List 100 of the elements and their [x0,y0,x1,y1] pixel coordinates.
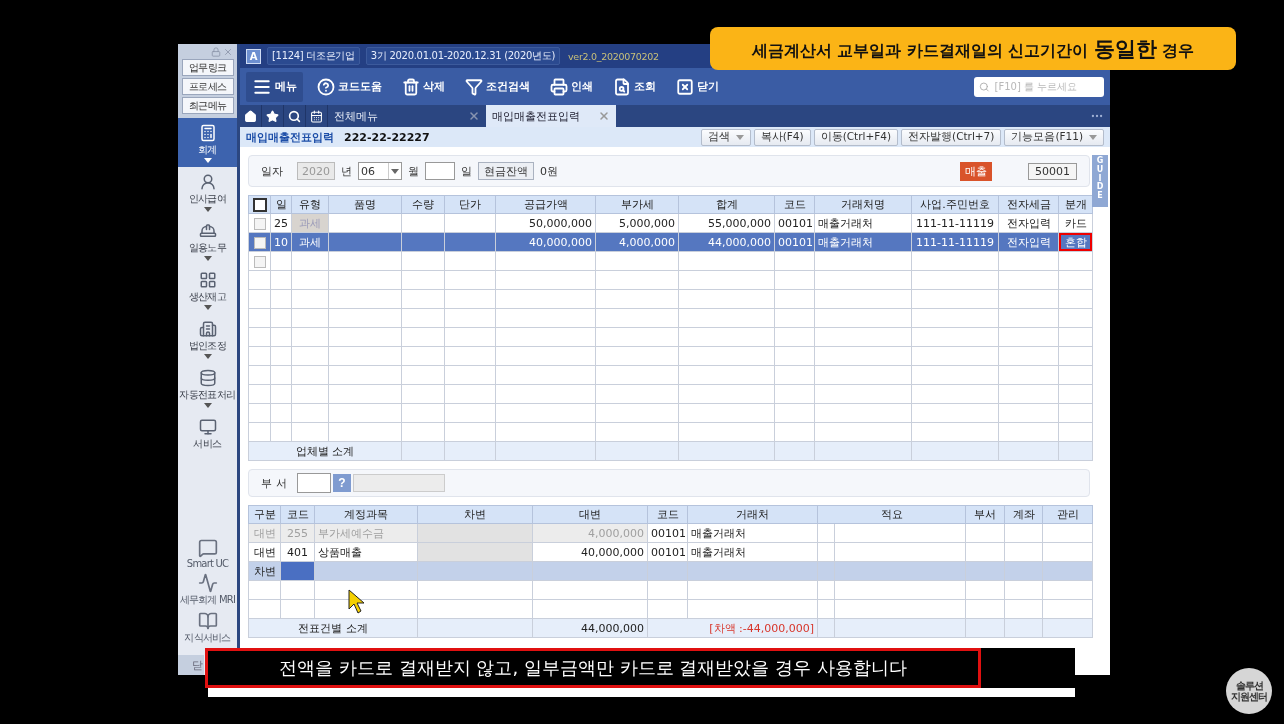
table-cell: 상품매출 [314,542,418,562]
column-header: 코드 [774,195,815,214]
table-cell: 00101 [647,523,688,543]
module-button[interactable]: 법인조정 [178,314,237,363]
screen-title: 매입매출전표입력 [246,129,334,145]
toolbar-button[interactable]: 조건검색 [459,71,536,102]
service-button[interactable]: Smart UC [178,536,237,571]
period-selector[interactable]: 3기 2020.01.01-2020.12.31 (2020년도) [365,47,561,65]
action-button[interactable]: 기능모음(F11) [1004,128,1104,146]
department-label: 부서 [261,475,291,491]
table-cell: 00101 [774,232,815,252]
table-cell: 25 [270,213,292,233]
module-button[interactable]: 자동전표처리 [178,363,237,412]
printer-icon [550,77,568,96]
close-icon[interactable] [223,47,233,57]
checkbox[interactable] [253,255,266,268]
caption-banner: 세금계산서 교부일과 카드결재일의 신고기간이 동일한 경우 [710,27,1236,70]
quick-button[interactable]: 업무링크 [181,59,234,76]
close-icon[interactable] [598,110,610,122]
close-icon[interactable] [468,110,480,122]
column-header: 구분 [248,505,281,524]
action-button[interactable]: 이동(Ctrl+F4) [813,128,899,146]
table-cell: 차변 [248,561,281,581]
version-text: ver2.0_2020070202 [568,50,659,62]
search-box[interactable]: [F10] 를 누르세요 [974,76,1104,97]
trash-icon [402,77,420,96]
subtitle-text: 전액을 카드로 결재받지 않고, 일부금액만 카드로 결재받았을 경우 사용합니다 [205,648,981,688]
toolbar-button[interactable]: 닫기 [670,71,725,102]
column-header: 합계 [678,195,775,214]
column-header: 대변 [532,505,648,524]
calendar-icon [310,109,323,123]
building-icon [198,320,217,338]
unit-label: 일 [461,163,472,179]
checkbox[interactable] [253,236,266,249]
module-button[interactable]: 서비스 [178,412,237,455]
subtotal-label: 업체별 소계 [248,441,402,461]
column-header: 부서 [965,505,1005,524]
checkbox[interactable] [252,197,267,212]
business-number: 222-22-22227 [344,130,430,144]
column-header: 거래처 [687,505,818,524]
module-button[interactable]: 인사급여 [178,167,237,216]
hard-hat-icon [198,222,217,240]
subtotal-label: 전표건별 소계 [248,618,418,638]
toolbar-button[interactable]: 조회 [607,71,662,102]
lock-icon[interactable] [211,47,221,57]
column-header: 계좌 [1004,505,1043,524]
column-header: 계정과목 [314,505,418,524]
table-cell: 5,000,000 [595,213,679,233]
search-icon [979,80,990,93]
action-button[interactable]: 전자발행(Ctrl+7) [901,128,1002,146]
toolbar-button[interactable]: 인쇄 [544,71,599,102]
column-header: 수량 [401,195,445,214]
month-select[interactable]: 06 [358,162,402,180]
column-header: 전자세금 [998,195,1059,214]
service-button[interactable]: 세무회계 MRI [178,571,237,609]
module-button[interactable]: 일용노무 [178,216,237,265]
column-header: 유형 [291,195,329,214]
year-field: 2020 [297,162,335,180]
table-cell: 55,000,000 [678,213,775,233]
cash-balance-button[interactable]: 현금잔액 [478,162,534,180]
quick-button[interactable]: 프로세스 [181,78,234,95]
app-logo: A [246,48,261,64]
company-selector[interactable]: [1124] 더조은기업 [267,47,360,65]
question-mark-icon [317,77,335,96]
department-field[interactable] [297,473,331,493]
toolbar-button[interactable]: 삭제 [396,71,451,102]
table-cell: 매출거래처 [814,213,912,233]
unit-label: 월 [408,163,419,179]
credit-total: 44,000,000 [532,618,648,638]
column-header: 적요 [817,505,966,524]
logo-text: 지원센터 [1231,691,1267,702]
filter-icon [465,77,483,96]
database-icon [198,369,217,387]
day-field[interactable] [425,162,455,180]
column-header: 부가세 [595,195,679,214]
column-header: 분개 [1058,195,1093,214]
close-button[interactable]: 닫 [178,655,204,675]
tab[interactable]: 매입매출전표입력 [486,105,616,127]
quick-button[interactable]: 최근메뉴 [181,97,234,114]
table-cell: 과세 [291,232,329,252]
date-label: 일자 [261,163,283,179]
table-cell: 111-11-11119 [911,232,999,252]
table-cell: 4,000,000 [595,232,679,252]
pulse-icon [197,573,218,593]
action-button[interactable]: 복사(F4) [753,128,811,146]
unit-label: 년 [341,163,352,179]
service-button[interactable]: 지식서비스 [178,609,237,647]
grid-icon [198,271,217,289]
checkbox[interactable] [253,217,266,230]
table-cell: 40,000,000 [532,542,648,562]
column-header: 공급가액 [495,195,596,214]
search-icon [288,109,301,123]
table-cell: 10 [270,232,292,252]
home-icon [244,109,257,123]
module-button[interactable]: 회계 [178,118,237,167]
action-button[interactable]: 검색 [700,128,751,146]
module-button[interactable]: 생산재고 [178,265,237,314]
toolbar-button[interactable]: 메뉴 [246,71,303,102]
toolbar-button[interactable]: 코드도움 [311,71,388,102]
column-header: 차변 [417,505,533,524]
